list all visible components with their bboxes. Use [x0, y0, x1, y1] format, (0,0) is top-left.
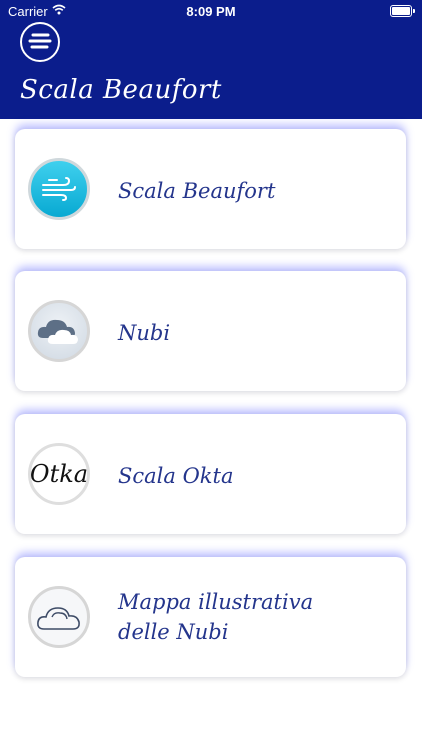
status-time: 8:09 PM [186, 4, 236, 19]
card-label: Nubi [118, 321, 171, 345]
wind-icon [28, 158, 90, 220]
card-label-line1: Mappa illustrativa [118, 590, 314, 614]
card-scala-beaufort[interactable]: Scala Beaufort [15, 129, 406, 249]
otka-icon-text: Otka [29, 460, 89, 488]
status-bar: Carrier 8:09 PM [0, 0, 422, 22]
card-label: Mappa illustrativa delle Nubi [118, 587, 313, 647]
cloud-outline-icon [28, 586, 90, 648]
card-label-line2: delle Nubi [118, 620, 229, 644]
menu-lines-icon [28, 33, 52, 49]
card-nubi[interactable]: Nubi [15, 271, 406, 391]
app-header: Carrier 8:09 PM Scala Beaufort [0, 0, 422, 119]
battery-icon [390, 5, 415, 17]
cloud-icon [28, 300, 90, 362]
card-label: Scala Okta [118, 464, 234, 488]
page-title: Scala Beaufort [20, 75, 222, 105]
otka-icon: Otka [28, 443, 90, 505]
card-scala-okta[interactable]: Otka Scala Okta [15, 414, 406, 534]
card-label: Scala Beaufort [118, 179, 276, 203]
menu-button[interactable] [20, 22, 60, 62]
card-mappa-nubi[interactable]: Mappa illustrativa delle Nubi [15, 557, 406, 677]
